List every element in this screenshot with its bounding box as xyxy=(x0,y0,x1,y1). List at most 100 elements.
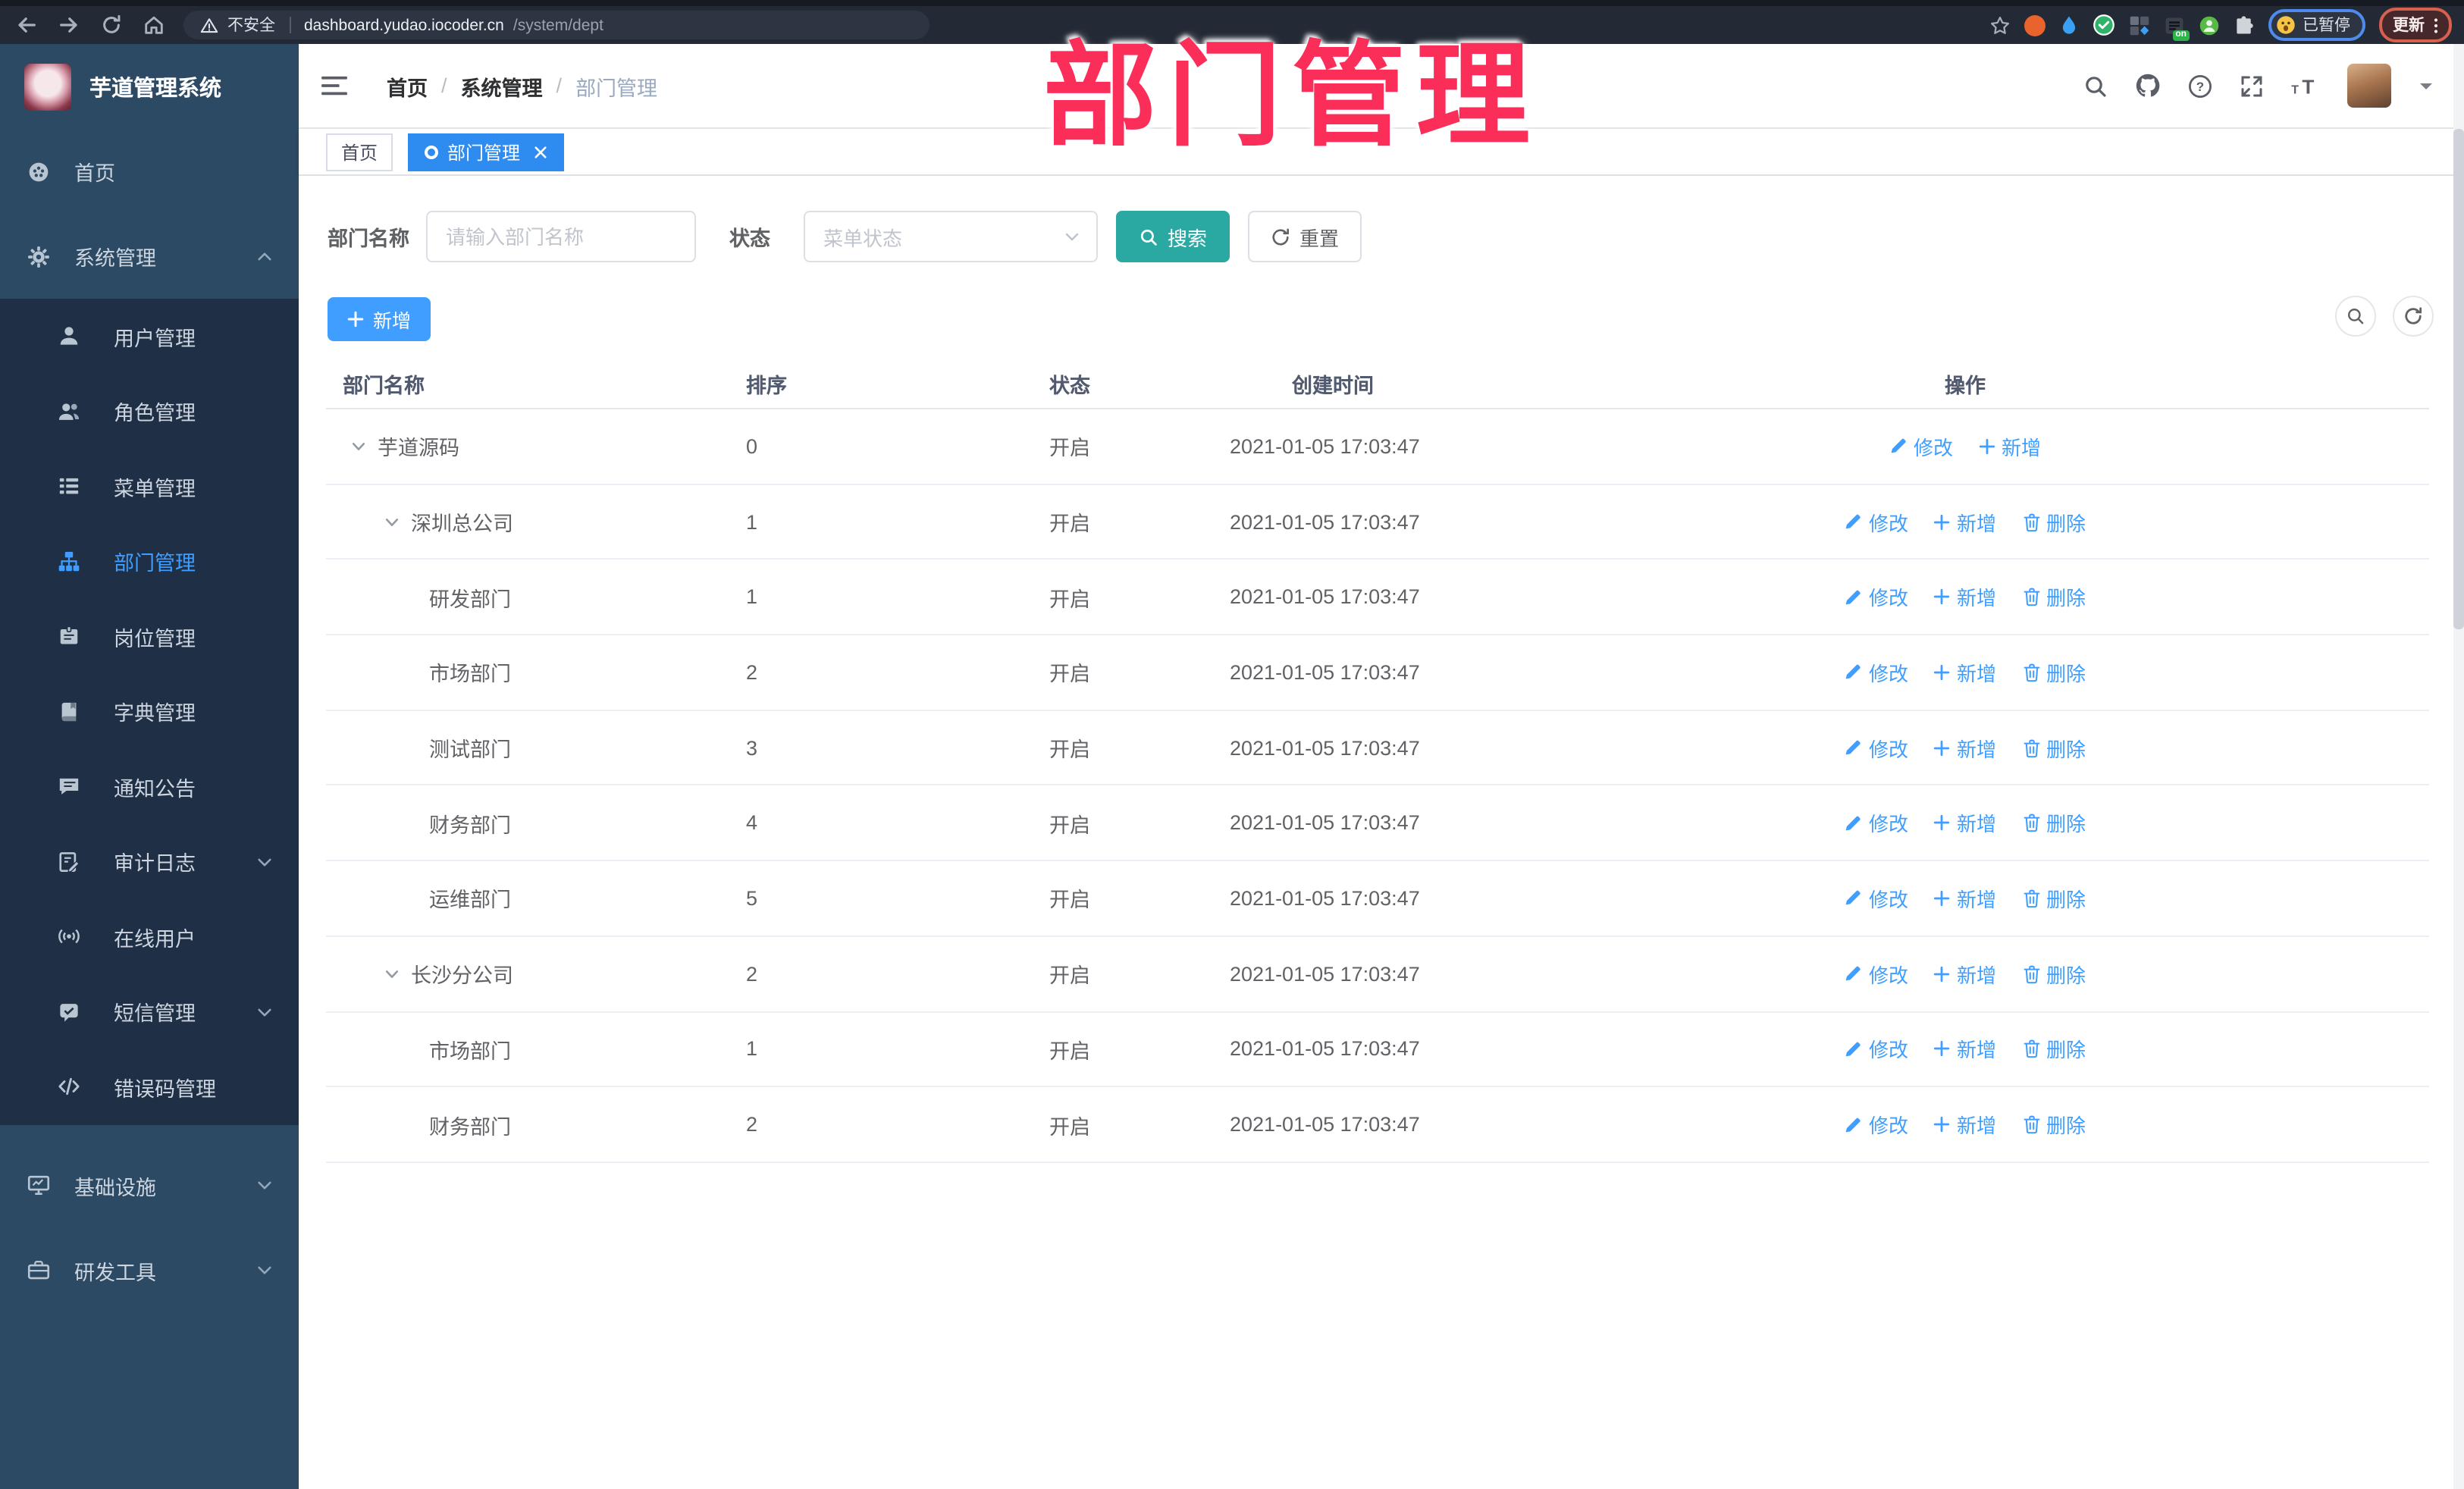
edit-link[interactable]: 修改 xyxy=(1845,658,1908,687)
ext-dark-on-icon[interactable]: on xyxy=(2163,14,2189,40)
scrollbar-thumb[interactable] xyxy=(2453,129,2464,629)
sidebar-item-user-management[interactable]: 用户管理 xyxy=(0,299,299,374)
edit-link[interactable]: 修改 xyxy=(1845,582,1908,611)
github-icon[interactable] xyxy=(2135,73,2161,99)
delete-link[interactable]: 删除 xyxy=(2022,1035,2086,1064)
tab-home[interactable]: 首页 xyxy=(326,133,393,171)
col-status: 状态 xyxy=(1049,374,1090,397)
refresh-table-button[interactable] xyxy=(2393,296,2434,337)
sidebar-item-error-code-management[interactable]: 错误码管理 xyxy=(0,1049,299,1124)
plus-icon xyxy=(1934,1041,1951,1058)
sidebar-item-dev-tools[interactable]: 研发工具 xyxy=(0,1227,299,1312)
sidebar-item-notice-announcement[interactable]: 通知公告 xyxy=(0,749,299,824)
breadcrumb-separator: / xyxy=(441,74,447,97)
add-link[interactable]: 新增 xyxy=(1979,432,2041,461)
online-users-icon xyxy=(58,926,80,948)
add-link-label: 新增 xyxy=(1956,512,1996,535)
help-icon[interactable]: ? xyxy=(2188,74,2212,98)
edit-link[interactable]: 修改 xyxy=(1889,432,1953,461)
edit-icon xyxy=(1845,588,1863,606)
fullscreen-icon[interactable] xyxy=(2240,74,2264,98)
home-icon[interactable] xyxy=(143,14,165,36)
sidebar-item-dept-management[interactable]: 部门管理 xyxy=(0,524,299,599)
delete-link[interactable]: 删除 xyxy=(2022,959,2086,988)
reload-icon[interactable] xyxy=(100,14,123,36)
toggle-search-button[interactable] xyxy=(2335,296,2376,337)
delete-link[interactable]: 删除 xyxy=(2022,809,2086,838)
breadcrumb-item[interactable]: 首页 xyxy=(387,71,428,101)
tree-expand-icon[interactable] xyxy=(384,965,400,982)
sidebar-item-infrastructure[interactable]: 基础设施 xyxy=(0,1143,299,1227)
delete-link[interactable]: 删除 xyxy=(2022,582,2086,611)
font-size-icon[interactable]: TT xyxy=(2291,74,2320,97)
hamburger-icon[interactable] xyxy=(321,74,347,97)
tree-expand-icon[interactable] xyxy=(350,438,367,455)
edit-link[interactable]: 修改 xyxy=(1845,884,1908,913)
extensions-puzzle-icon[interactable] xyxy=(2233,14,2254,36)
plus-icon xyxy=(1934,965,1951,982)
delete-link[interactable]: 删除 xyxy=(2022,507,2086,536)
edit-link[interactable]: 修改 xyxy=(1845,809,1908,838)
svg-text:?: ? xyxy=(2196,79,2204,93)
edit-link[interactable]: 修改 xyxy=(1845,507,1908,536)
ext-blue-grid-icon[interactable] xyxy=(2128,14,2149,36)
delete-link[interactable]: 删除 xyxy=(2022,733,2086,762)
sidebar-item-post-management[interactable]: 岗位管理 xyxy=(0,599,299,674)
caret-down-icon[interactable] xyxy=(2419,78,2434,93)
delete-link[interactable]: 删除 xyxy=(2022,884,2086,913)
add-link[interactable]: 新增 xyxy=(1934,959,1996,988)
add-link[interactable]: 新增 xyxy=(1934,809,1996,838)
tag-bar: 首页 部门管理 xyxy=(299,129,2464,176)
address-bar[interactable]: 不安全 dashboard.yudao.iocoder.cn/system/de… xyxy=(183,11,929,39)
add-link[interactable]: 新增 xyxy=(1934,507,1996,536)
add-link[interactable]: 新增 xyxy=(1934,733,1996,762)
tree-expand-icon[interactable] xyxy=(384,513,400,530)
browser-profile-chip[interactable]: 已暂停 xyxy=(2268,9,2365,41)
search-button[interactable]: 搜索 xyxy=(1116,211,1230,262)
delete-link[interactable]: 删除 xyxy=(2022,1110,2086,1139)
add-link[interactable]: 新增 xyxy=(1934,1035,1996,1064)
dashboard-icon xyxy=(27,160,50,183)
add-link[interactable]: 新增 xyxy=(1934,1110,1996,1139)
dept-name-input[interactable] xyxy=(426,211,696,262)
add-link[interactable]: 新增 xyxy=(1934,884,1996,913)
edit-link[interactable]: 修改 xyxy=(1845,959,1908,988)
add-link-label: 新增 xyxy=(1956,662,1996,685)
tab-dept-management[interactable]: 部门管理 xyxy=(408,133,565,171)
edit-link[interactable]: 修改 xyxy=(1845,1035,1908,1064)
close-icon[interactable] xyxy=(534,145,547,158)
ext-orange-icon[interactable] xyxy=(2024,14,2045,36)
sidebar-item-sms-management[interactable]: 短信管理 xyxy=(0,974,299,1049)
sms-icon xyxy=(58,1001,80,1023)
add-link[interactable]: 新增 xyxy=(1934,658,1996,687)
forward-icon[interactable] xyxy=(58,14,80,36)
add-link[interactable]: 新增 xyxy=(1934,582,1996,611)
status-select[interactable]: 菜单状态 xyxy=(804,211,1098,262)
sidebar-item-audit-log[interactable]: 审计日志 xyxy=(0,824,299,899)
ext-green-circle-icon[interactable] xyxy=(2092,14,2114,36)
delete-link[interactable]: 删除 xyxy=(2022,658,2086,687)
ext-green-avatar-icon[interactable] xyxy=(2198,14,2219,36)
user-avatar[interactable] xyxy=(2347,64,2391,108)
sidebar-item-menu-management[interactable]: 菜单管理 xyxy=(0,449,299,524)
bookmark-star-icon[interactable] xyxy=(1989,14,2010,36)
table-row: 深圳总公司 1 开启 2021-01-05 17:03:47 修改 新增 删除 xyxy=(326,484,2429,560)
reset-button[interactable]: 重置 xyxy=(1248,211,1362,262)
back-icon[interactable] xyxy=(15,14,38,36)
sidebar-item-online-users[interactable]: 在线用户 xyxy=(0,899,299,974)
sidebar-item-label: 菜单管理 xyxy=(114,477,196,500)
dept-name-text: 芋道源码 xyxy=(378,437,459,460)
edit-link[interactable]: 修改 xyxy=(1845,1110,1908,1139)
edit-link[interactable]: 修改 xyxy=(1845,733,1908,762)
sidebar-item-role-management[interactable]: 角色管理 xyxy=(0,374,299,449)
sidebar-item-system-management[interactable]: 系统管理 xyxy=(0,214,299,299)
ext-blue-drop-icon[interactable] xyxy=(2058,14,2078,36)
sidebar-item-home[interactable]: 首页 xyxy=(0,129,299,214)
browser-update-button[interactable]: 更新 xyxy=(2379,8,2452,42)
sidebar-item-dict-management[interactable]: 字典管理 xyxy=(0,674,299,749)
breadcrumb-item[interactable]: 系统管理 xyxy=(461,71,543,101)
add-button[interactable]: 新增 xyxy=(328,297,431,341)
sidebar-item-label: 部门管理 xyxy=(114,552,196,575)
app-logo[interactable]: 芋道管理系统 xyxy=(0,44,299,129)
search-icon[interactable] xyxy=(2083,74,2108,98)
